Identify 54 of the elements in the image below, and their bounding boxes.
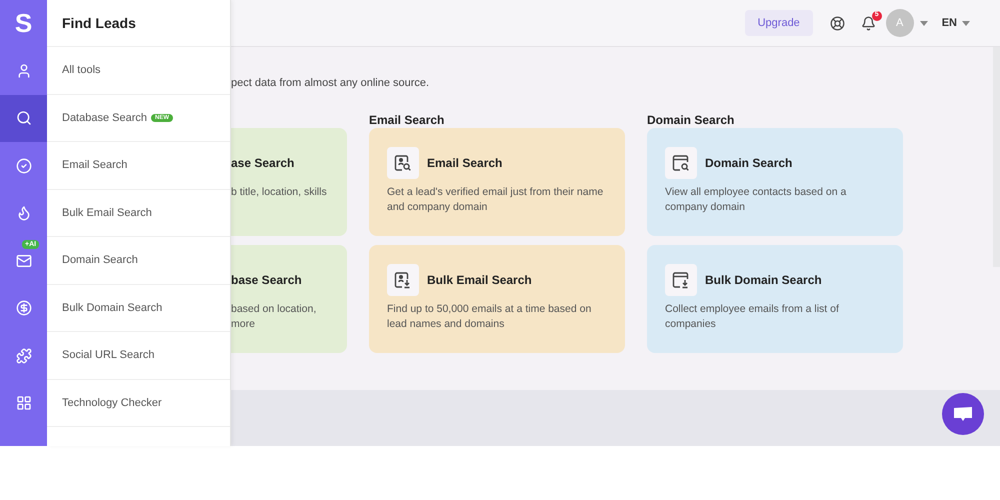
- card-description: Collect employee emails from a list of: [665, 302, 840, 317]
- mail-icon: [16, 252, 32, 269]
- caret-icon: [920, 20, 928, 26]
- puzzle-icon: [16, 348, 32, 364]
- tool-card[interactable]: base Search based on location, more: [231, 245, 347, 353]
- card-title: Bulk Email Search: [427, 272, 532, 289]
- section-heading: Email Search: [369, 113, 444, 127]
- card-description: companies: [665, 317, 717, 332]
- browser-download-icon: [671, 270, 691, 290]
- menu-item[interactable]: Social URL Search: [62, 347, 155, 364]
- section-heading: Domain Search: [647, 113, 734, 127]
- user-icon: [16, 62, 32, 79]
- dollar-icon: [16, 300, 32, 316]
- card-title: base Search: [231, 272, 302, 289]
- card-description: Get a lead's verified email just from their name: [387, 185, 604, 200]
- upgrade-button[interactable]: Upgrade: [744, 10, 813, 36]
- logo[interactable]: S: [14, 4, 32, 43]
- browser-search-icon: [671, 153, 691, 173]
- tool-card[interactable]: ase Search b title, location, skills: [231, 128, 347, 236]
- tool-card[interactable]: Email Search Get a lead's verified email just from their name and company domain: [369, 128, 625, 236]
- card-title: Email Search: [427, 155, 502, 172]
- card-description: and company domain: [387, 200, 488, 215]
- chat-icon: [953, 406, 973, 422]
- card-description: View all employee contacts based on a: [665, 185, 848, 200]
- menu-item[interactable]: Database Search: [62, 110, 147, 126]
- bell-icon[interactable]: [860, 16, 876, 30]
- caret-icon: [962, 20, 970, 26]
- card-title: Bulk Domain Search: [705, 272, 822, 289]
- tool-card[interactable]: Bulk Email Search Find up to 50,000 emails at a time based on lead names and domains: [369, 245, 625, 353]
- card-description: b title, location, skills: [231, 185, 328, 200]
- menu-item[interactable]: Domain Search: [62, 252, 138, 268]
- card-description: company domain: [665, 200, 746, 215]
- card-description: based on location,: [231, 302, 318, 317]
- card-description: lead names and domains: [387, 317, 506, 332]
- card-description: Find up to 50,000 emails at a time based on: [387, 302, 592, 317]
- check-circle-icon: [16, 158, 32, 174]
- search-icon: [16, 110, 32, 126]
- panel-title: Find Leads: [62, 14, 136, 32]
- tool-card[interactable]: Bulk Domain Search Collect employee emails from a list of companies: [647, 245, 903, 353]
- flame-icon: [16, 205, 32, 222]
- tool-card[interactable]: Domain Search View all employee contacts based on a company domain: [647, 128, 903, 236]
- menu-item[interactable]: Technology Checker: [62, 394, 162, 411]
- menu-item[interactable]: All tools: [62, 62, 101, 78]
- subtitle: pect data from almost any online source.: [231, 77, 430, 89]
- language-selector[interactable]: EN: [942, 14, 970, 32]
- person-search-icon: [393, 153, 413, 173]
- card-description: more: [231, 317, 256, 332]
- card-title: ase Search: [231, 155, 294, 172]
- grid-icon: [16, 395, 32, 412]
- card-title: Domain Search: [705, 155, 792, 172]
- help-icon[interactable]: [830, 16, 845, 30]
- menu-item[interactable]: Bulk Domain Search: [62, 300, 162, 316]
- menu-item[interactable]: Email Search: [62, 157, 128, 174]
- menu-item[interactable]: Bulk Email Search: [62, 204, 152, 221]
